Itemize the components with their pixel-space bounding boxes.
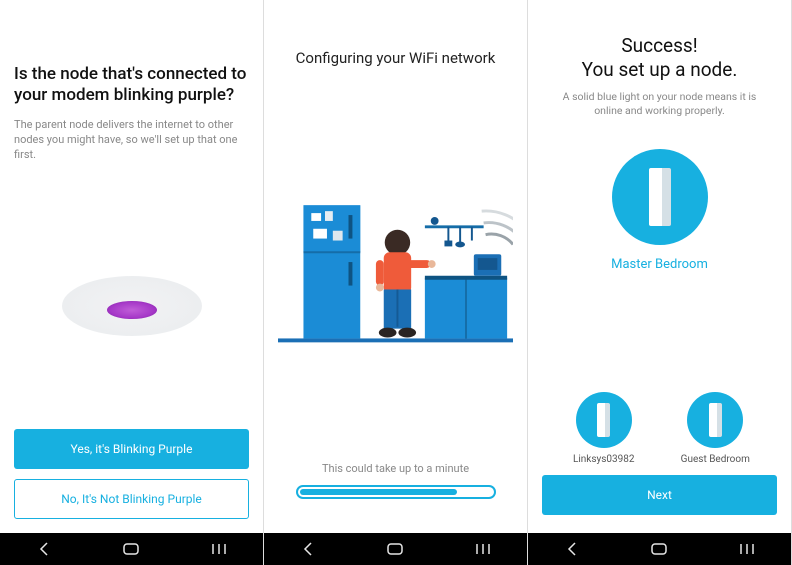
secondary-node[interactable]: Linksys03982: [548, 392, 660, 465]
next-button[interactable]: Next: [542, 475, 777, 515]
node-icon: [612, 149, 708, 245]
heading: Is the node that's connected to your mod…: [14, 64, 249, 107]
heading: Success! You set up a node.: [542, 34, 777, 82]
back-icon[interactable]: [288, 537, 328, 561]
heading-line2: You set up a node.: [582, 58, 738, 81]
progress-bar: [296, 485, 496, 499]
node-icon: [687, 392, 743, 448]
heading-line1: Success!: [621, 34, 697, 57]
secondary-nodes-row: Linksys03982 Guest Bedroom: [542, 392, 777, 475]
secondary-node-label: Linksys03982: [548, 454, 660, 465]
node-tower-icon: [649, 168, 671, 226]
heading: Configuring your WiFi network: [278, 49, 513, 67]
node-tower-icon: [597, 403, 610, 437]
recent-icon[interactable]: [727, 537, 767, 561]
screen-configuring-wifi: Configuring your WiFi network: [264, 0, 528, 565]
node-illustration: [14, 183, 249, 429]
main-node[interactable]: Master Bedroom: [542, 149, 777, 272]
recent-icon[interactable]: [199, 537, 239, 561]
main-node-label: Master Bedroom: [542, 257, 777, 272]
home-icon[interactable]: [639, 537, 679, 561]
back-icon[interactable]: [552, 537, 592, 561]
home-icon[interactable]: [375, 537, 415, 561]
node-purple-light-icon: [62, 276, 202, 336]
progress-fill: [300, 489, 457, 495]
status-text: This could take up to a minute: [278, 462, 513, 475]
screen-blinking-purple: Is the node that's connected to your mod…: [0, 0, 264, 565]
android-navbar: [264, 533, 527, 565]
kitchen-illustration: [278, 67, 513, 462]
node-tower-icon: [709, 403, 722, 437]
node-icon: [576, 392, 632, 448]
home-icon[interactable]: [111, 537, 151, 561]
back-icon[interactable]: [24, 537, 64, 561]
no-not-blinking-button[interactable]: No, It's Not Blinking Purple: [14, 479, 249, 519]
secondary-node-label: Guest Bedroom: [660, 454, 772, 465]
secondary-node[interactable]: Guest Bedroom: [660, 392, 772, 465]
android-navbar: [0, 533, 263, 565]
screen-success: Success! You set up a node. A solid blue…: [528, 0, 792, 565]
recent-icon[interactable]: [463, 537, 503, 561]
yes-blinking-button[interactable]: Yes, it's Blinking Purple: [14, 429, 249, 469]
description: A solid blue light on your node means it…: [556, 90, 763, 119]
android-navbar: [528, 533, 791, 565]
description: The parent node delivers the internet to…: [14, 117, 249, 163]
